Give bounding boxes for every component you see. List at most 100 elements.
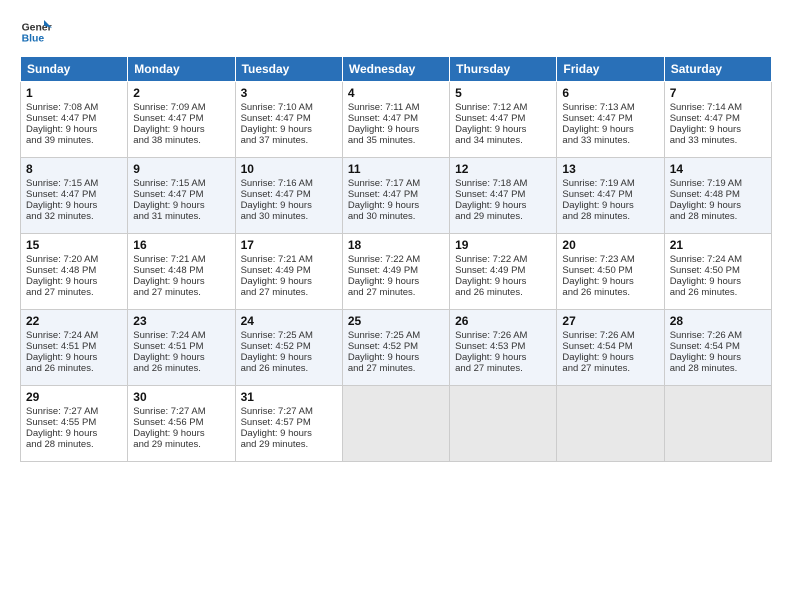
day-info: Sunset: 4:49 PM — [455, 265, 551, 276]
calendar-cell: 23Sunrise: 7:24 AMSunset: 4:51 PMDayligh… — [128, 310, 235, 386]
logo-icon: General Blue — [20, 16, 52, 48]
day-info: and 27 minutes. — [562, 363, 658, 374]
day-info: Daylight: 9 hours — [455, 200, 551, 211]
calendar-cell: 29Sunrise: 7:27 AMSunset: 4:55 PMDayligh… — [21, 386, 128, 462]
day-info: Sunset: 4:47 PM — [455, 189, 551, 200]
day-info: and 28 minutes. — [670, 211, 766, 222]
day-info: Sunrise: 7:13 AM — [562, 102, 658, 113]
day-info: Sunrise: 7:27 AM — [241, 406, 337, 417]
day-info: Sunrise: 7:10 AM — [241, 102, 337, 113]
calendar-cell: 17Sunrise: 7:21 AMSunset: 4:49 PMDayligh… — [235, 234, 342, 310]
calendar-cell — [450, 386, 557, 462]
day-number: 2 — [133, 86, 229, 100]
calendar-cell — [664, 386, 771, 462]
day-info: and 26 minutes. — [133, 363, 229, 374]
day-number: 19 — [455, 238, 551, 252]
calendar-cell: 11Sunrise: 7:17 AMSunset: 4:47 PMDayligh… — [342, 158, 449, 234]
calendar-cell: 6 Sunrise: 7:13 AMSunset: 4:47 PMDaylight… — [557, 82, 664, 158]
week-row-5: 29Sunrise: 7:27 AMSunset: 4:55 PMDayligh… — [21, 386, 772, 462]
col-header-saturday: Saturday — [664, 57, 771, 82]
day-info: Sunset: 4:47 PM — [241, 113, 337, 124]
calendar-cell: 3Sunrise: 7:10 AMSunset: 4:47 PMDaylight… — [235, 82, 342, 158]
day-info: Sunset: 4:54 PM — [670, 341, 766, 352]
day-info: Daylight: 9 hours — [241, 124, 337, 135]
day-info: and 29 minutes. — [241, 439, 337, 450]
day-info: Daylight: 9 hours — [26, 352, 122, 363]
calendar-cell: 22Sunrise: 7:24 AMSunset: 4:51 PMDayligh… — [21, 310, 128, 386]
day-info: Sunset: 4:47 PM — [26, 113, 122, 124]
day-info: Daylight: 9 hours — [670, 276, 766, 287]
day-info: Sunset: 4:47 PM — [348, 113, 444, 124]
day-number: 15 — [26, 238, 122, 252]
day-info: Daylight: 9 hours — [241, 352, 337, 363]
day-info: and 33 minutes. — [562, 135, 658, 146]
day-number: 29 — [26, 390, 122, 404]
day-number: 6 — [562, 86, 658, 100]
col-header-sunday: Sunday — [21, 57, 128, 82]
day-info: Daylight: 9 hours — [670, 124, 766, 135]
day-info: Sunrise: 7:09 AM — [133, 102, 229, 113]
calendar-cell: 15Sunrise: 7:20 AMSunset: 4:48 PMDayligh… — [21, 234, 128, 310]
svg-text:Blue: Blue — [22, 34, 45, 45]
day-info: and 26 minutes. — [562, 287, 658, 298]
day-info: Sunset: 4:53 PM — [455, 341, 551, 352]
day-info: Daylight: 9 hours — [133, 124, 229, 135]
day-info: Daylight: 9 hours — [348, 124, 444, 135]
day-info: Sunrise: 7:21 AM — [133, 254, 229, 265]
calendar-cell: 5Sunrise: 7:12 AMSunset: 4:47 PMDaylight… — [450, 82, 557, 158]
calendar-cell: 18Sunrise: 7:22 AMSunset: 4:49 PMDayligh… — [342, 234, 449, 310]
day-info: and 27 minutes. — [455, 363, 551, 374]
day-number: 22 — [26, 314, 122, 328]
calendar-cell: 7Sunrise: 7:14 AMSunset: 4:47 PMDaylight… — [664, 82, 771, 158]
day-info: and 39 minutes. — [26, 135, 122, 146]
day-number: 31 — [241, 390, 337, 404]
col-header-thursday: Thursday — [450, 57, 557, 82]
day-info: Sunset: 4:47 PM — [26, 189, 122, 200]
header-row: SundayMondayTuesdayWednesdayThursdayFrid… — [21, 57, 772, 82]
calendar-cell: 16Sunrise: 7:21 AMSunset: 4:48 PMDayligh… — [128, 234, 235, 310]
day-info: Sunrise: 7:20 AM — [26, 254, 122, 265]
day-number: 21 — [670, 238, 766, 252]
week-row-4: 22Sunrise: 7:24 AMSunset: 4:51 PMDayligh… — [21, 310, 772, 386]
day-info: and 28 minutes. — [670, 363, 766, 374]
day-info: Daylight: 9 hours — [133, 352, 229, 363]
day-info: Sunrise: 7:27 AM — [26, 406, 122, 417]
day-info: and 38 minutes. — [133, 135, 229, 146]
day-info: Daylight: 9 hours — [562, 200, 658, 211]
calendar-cell: 21Sunrise: 7:24 AMSunset: 4:50 PMDayligh… — [664, 234, 771, 310]
day-info: Sunrise: 7:21 AM — [241, 254, 337, 265]
day-info: and 27 minutes. — [348, 363, 444, 374]
day-number: 23 — [133, 314, 229, 328]
day-info: Sunset: 4:47 PM — [670, 113, 766, 124]
day-info: Daylight: 9 hours — [562, 352, 658, 363]
day-number: 8 — [26, 162, 122, 176]
calendar-table: SundayMondayTuesdayWednesdayThursdayFrid… — [20, 56, 772, 462]
day-info: Sunrise: 7:26 AM — [455, 330, 551, 341]
day-info: Sunrise: 7:08 AM — [26, 102, 122, 113]
col-header-friday: Friday — [557, 57, 664, 82]
page: General Blue SundayMondayTuesdayWednesda… — [0, 0, 792, 612]
day-info: Sunset: 4:51 PM — [133, 341, 229, 352]
calendar-cell: 26Sunrise: 7:26 AMSunset: 4:53 PMDayligh… — [450, 310, 557, 386]
day-info: Sunset: 4:49 PM — [348, 265, 444, 276]
header: General Blue — [20, 16, 772, 48]
calendar-cell: 31Sunrise: 7:27 AMSunset: 4:57 PMDayligh… — [235, 386, 342, 462]
day-info: Daylight: 9 hours — [670, 200, 766, 211]
day-number: 28 — [670, 314, 766, 328]
day-info: Daylight: 9 hours — [562, 276, 658, 287]
day-info: and 28 minutes. — [26, 439, 122, 450]
day-info: Daylight: 9 hours — [455, 276, 551, 287]
day-info: Daylight: 9 hours — [562, 124, 658, 135]
col-header-wednesday: Wednesday — [342, 57, 449, 82]
col-header-tuesday: Tuesday — [235, 57, 342, 82]
day-info: Sunset: 4:57 PM — [241, 417, 337, 428]
day-number: 1 — [26, 86, 122, 100]
day-info: Sunrise: 7:24 AM — [26, 330, 122, 341]
calendar-cell — [342, 386, 449, 462]
day-info: Sunset: 4:47 PM — [562, 113, 658, 124]
day-number: 17 — [241, 238, 337, 252]
day-info: Sunrise: 7:19 AM — [670, 178, 766, 189]
day-info: Daylight: 9 hours — [670, 352, 766, 363]
calendar-cell: 19Sunrise: 7:22 AMSunset: 4:49 PMDayligh… — [450, 234, 557, 310]
day-info: and 27 minutes. — [26, 287, 122, 298]
